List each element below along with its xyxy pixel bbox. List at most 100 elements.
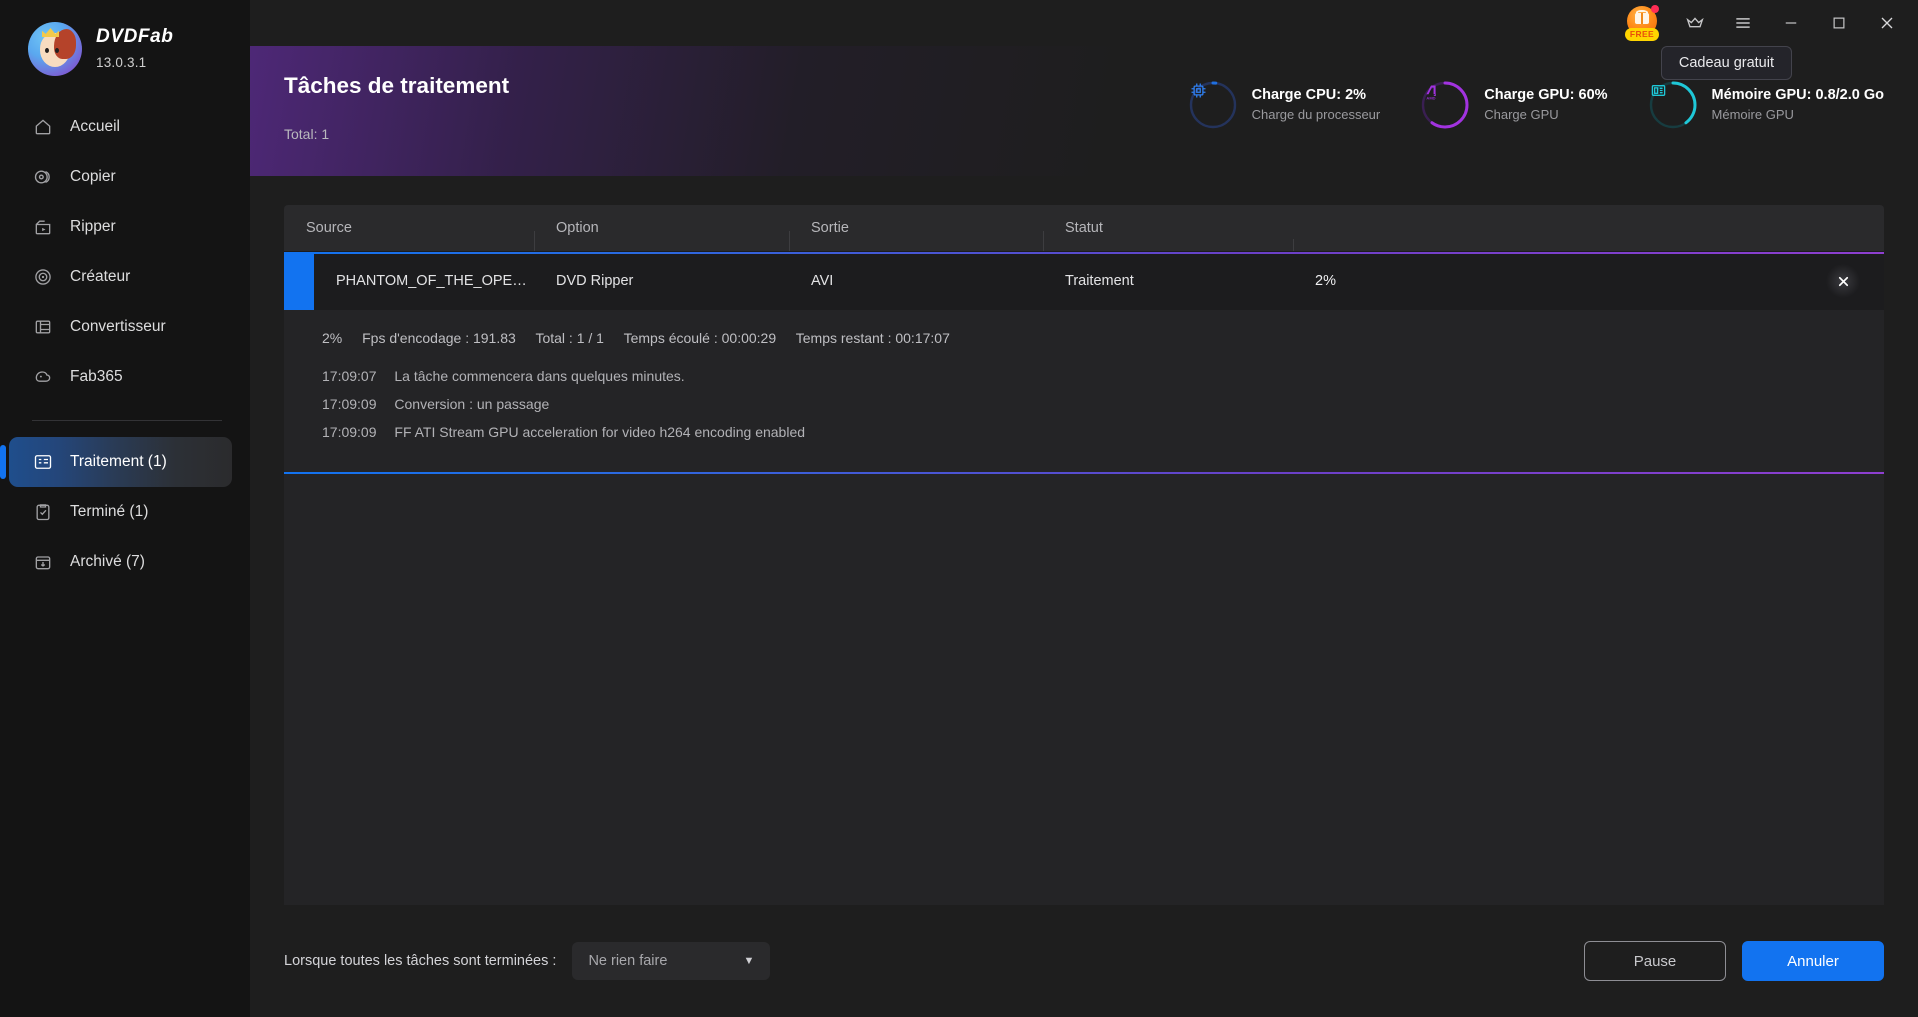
sidebar-item-label: Ripper: [70, 218, 116, 235]
task-source: PHANTOM_OF_THE_OPE…: [336, 273, 527, 289]
sidebar-item-ripper[interactable]: Ripper: [9, 202, 232, 252]
log-timestamp: 17:09:09: [322, 396, 377, 412]
log-line: 17:09:07 La tâche commencera dans quelqu…: [284, 362, 1884, 390]
footer-bar: Lorsque toutes les tâches sont terminées…: [284, 905, 1884, 1017]
dvdfab-window: DVDFab 13.0.3.1 Accueil Copier Ripper Cr…: [0, 0, 1918, 1017]
footer-actions: Pause Annuler: [1584, 941, 1884, 981]
stat-gpu-load: AMD Charge GPU: 60% Charge GPU: [1420, 80, 1608, 130]
brand-name: DVDFab: [96, 26, 174, 47]
stat-title: Charge CPU: 2%: [1251, 87, 1367, 104]
sidebar-item-termine[interactable]: Terminé (1): [9, 487, 232, 537]
sidebar-item-label: Convertisseur: [70, 318, 166, 335]
table-row[interactable]: PHANTOM_OF_THE_OPE… DVD Ripper AVI Trait…: [284, 251, 1884, 474]
disc-creator-icon: [35, 269, 51, 285]
on-complete-label: Lorsque toutes les tâches sont terminées…: [284, 953, 557, 969]
stat-subtitle: Charge du processeur: [1251, 107, 1381, 122]
ripper-icon: [35, 220, 51, 235]
cancel-button[interactable]: Annuler: [1742, 941, 1884, 981]
task-list-icon: [34, 455, 52, 469]
sidebar-item-label: Traitement (1): [70, 453, 167, 470]
home-icon: [35, 119, 51, 135]
cpu-progress-ring: [1188, 80, 1238, 130]
sidebar-item-label: Accueil: [70, 118, 120, 135]
film-converter-icon: [35, 320, 51, 334]
log-timestamp: 17:09:07: [322, 368, 377, 384]
app-version: 13.0.3.1: [96, 55, 147, 70]
task-output: AVI: [811, 273, 834, 289]
log-line: 17:09:09 Conversion : un passage: [284, 390, 1884, 418]
log-message: Conversion : un passage: [394, 396, 550, 412]
sidebar-divider: [32, 420, 222, 421]
stat-gpu-memory: Mémoire GPU: 0.8/2.0 Go Mémoire GPU: [1648, 80, 1884, 130]
minimize-icon: [1785, 22, 1797, 24]
gift-free-icon[interactable]: FREE: [1624, 5, 1660, 41]
metric-percent: 2%: [322, 330, 343, 346]
pause-button[interactable]: Pause: [1584, 941, 1726, 981]
metric-fps: Fps d'encodage : 191.83: [362, 330, 516, 346]
clipboard-check-icon: [36, 504, 50, 521]
sidebar-item-label: Créateur: [70, 268, 131, 285]
sidebar-item-label: Archivé (7): [70, 553, 145, 570]
minimize-button[interactable]: [1768, 0, 1814, 46]
sidebar-item-label: Copier: [70, 168, 116, 185]
main-nav: Accueil Copier Ripper Créateur Convertis…: [0, 102, 250, 587]
sidebar-item-accueil[interactable]: Accueil: [9, 102, 232, 152]
svg-text:AMD: AMD: [1427, 95, 1436, 100]
gift-free-label: FREE: [1625, 28, 1659, 41]
close-icon: [1881, 17, 1893, 29]
maximize-icon: [1833, 17, 1845, 29]
cpu-chip-icon: [1188, 80, 1238, 130]
title-bar: FREE: [250, 0, 1918, 46]
copy-disc-icon: [34, 170, 50, 184]
close-task-icon[interactable]: [1826, 264, 1860, 298]
sidebar-item-label: Terminé (1): [70, 503, 149, 520]
sidebar: DVDFab 13.0.3.1 Accueil Copier Ripper Cr…: [0, 0, 250, 1017]
crown-button[interactable]: [1672, 0, 1718, 46]
sidebar-item-convertisseur[interactable]: Convertisseur: [9, 302, 232, 352]
sidebar-item-createur[interactable]: Créateur: [9, 252, 232, 302]
task-detail: 2% Fps d'encodage : 191.83 Total : 1 / 1…: [284, 310, 1884, 474]
menu-button[interactable]: [1720, 0, 1766, 46]
metric-elapsed: Temps écoulé : 00:00:29: [623, 330, 777, 346]
log-message: La tâche commencera dans quelques minute…: [394, 368, 685, 384]
gift-tooltip: Cadeau gratuit: [1660, 46, 1792, 80]
chevron-down-icon: ▼: [743, 955, 755, 967]
amd-gpu-icon: AMD: [1420, 80, 1470, 130]
close-button[interactable]: [1864, 0, 1910, 46]
stat-subtitle: Charge GPU: [1484, 107, 1559, 122]
stat-title: Charge GPU: 60%: [1484, 87, 1608, 104]
stat-cpu-load: Charge CPU: 2% Charge du processeur: [1188, 80, 1381, 130]
page-title: Tâches de traitement: [284, 73, 510, 98]
column-header-option: Option: [534, 220, 789, 253]
task-panel: Source Option Sortie Statut PHANTOM_OF_T…: [284, 205, 1884, 905]
crown-icon: [1686, 17, 1704, 28]
column-header-sortie: Sortie: [789, 220, 1043, 253]
task-progress-percent: 2%: [1315, 273, 1336, 289]
log-timestamp: 17:09:09: [322, 424, 377, 440]
sidebar-item-fab365[interactable]: Fab365: [9, 352, 232, 402]
gpu-memory-progress-ring: [1648, 80, 1698, 130]
memory-module-icon: [1648, 80, 1698, 130]
maximize-button[interactable]: [1816, 0, 1862, 46]
task-metrics: 2% Fps d'encodage : 191.83 Total : 1 / 1…: [284, 330, 1884, 346]
sidebar-item-label: Fab365: [70, 368, 123, 385]
dvdfab-mascot-logo-icon: [28, 22, 82, 76]
sidebar-item-traitement[interactable]: Traitement (1): [0, 437, 232, 487]
task-status-accent: [284, 252, 314, 310]
on-complete-value: Ne rien faire: [588, 953, 668, 969]
metric-total: Total : 1 / 1: [535, 330, 604, 346]
stat-title: Mémoire GPU: 0.8/2.0 Go: [1711, 87, 1884, 104]
archive-box-icon: [35, 556, 51, 570]
metric-remaining: Temps restant : 00:17:07: [795, 330, 950, 346]
hamburger-menu-icon: [1736, 18, 1750, 28]
sidebar-item-archive[interactable]: Archivé (7): [9, 537, 232, 587]
column-header-source: Source: [306, 220, 352, 236]
stat-subtitle: Mémoire GPU: [1711, 107, 1794, 122]
on-complete-select[interactable]: Ne rien faire ▼: [572, 942, 771, 980]
task-row-main[interactable]: PHANTOM_OF_THE_OPE… DVD Ripper AVI Trait…: [284, 252, 1884, 310]
task-status: Traitement: [1065, 273, 1134, 289]
sidebar-item-copier[interactable]: Copier: [9, 152, 232, 202]
main-area: FREE Cadeau gratuit Tâches de traitement: [250, 0, 1918, 1017]
notification-dot: [1651, 5, 1659, 13]
brand-block: DVDFab 13.0.3.1: [0, 0, 250, 76]
